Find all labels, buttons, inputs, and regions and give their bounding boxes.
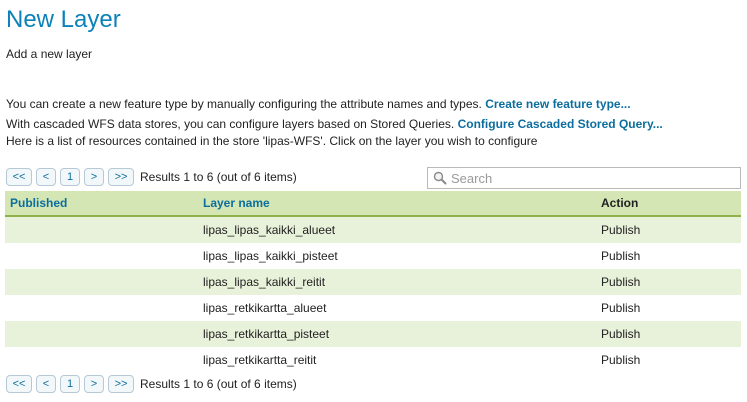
column-header-layer-name[interactable]: Layer name [203, 191, 601, 217]
first-page-button[interactable]: << [6, 168, 32, 186]
publish-link[interactable]: Publish [601, 216, 741, 243]
publish-link[interactable]: Publish [601, 269, 741, 295]
first-page-button[interactable]: << [6, 375, 32, 393]
resources-table: Published Layer name Action lipas_lipas_… [5, 191, 741, 373]
description-line-1: You can create a new feature type by man… [6, 97, 631, 111]
published-cell [5, 321, 203, 347]
column-header-published[interactable]: Published [5, 191, 203, 217]
results-count: Results 1 to 6 (out of 6 items) [140, 377, 297, 391]
table-row: lipas_retkikartta_pisteet Publish [5, 321, 741, 347]
publish-link[interactable]: Publish [601, 347, 741, 373]
results-count: Results 1 to 6 (out of 6 items) [140, 170, 297, 184]
description-line-3: Here is a list of resources contained in… [6, 134, 538, 148]
publish-link[interactable]: Publish [601, 243, 741, 269]
search-box[interactable] [427, 167, 741, 189]
table-row: lipas_retkikartta_alueet Publish [5, 295, 741, 321]
publish-link[interactable]: Publish [601, 321, 741, 347]
layer-name-cell: lipas_lipas_kaikki_reitit [203, 269, 601, 295]
configure-stored-query-link[interactable]: Configure Cascaded Stored Query... [458, 117, 663, 131]
next-page-button[interactable]: > [84, 375, 104, 393]
table-row: lipas_lipas_kaikki_reitit Publish [5, 269, 741, 295]
description-text-2: With cascaded WFS data stores, you can c… [6, 117, 455, 131]
layer-name-cell: lipas_retkikartta_alueet [203, 295, 601, 321]
table-row: lipas_lipas_kaikki_alueet Publish [5, 216, 741, 243]
table-row: lipas_retkikartta_reitit Publish [5, 347, 741, 373]
published-cell [5, 269, 203, 295]
layer-name-cell: lipas_retkikartta_reitit [203, 347, 601, 373]
prev-page-button[interactable]: < [36, 375, 56, 393]
publish-link[interactable]: Publish [601, 295, 741, 321]
last-page-button[interactable]: >> [108, 375, 134, 393]
magnifier-icon [433, 171, 447, 185]
published-cell [5, 216, 203, 243]
last-page-button[interactable]: >> [108, 168, 134, 186]
search-input[interactable] [451, 170, 731, 186]
published-cell [5, 295, 203, 321]
table-row: lipas_lipas_kaikki_pisteet Publish [5, 243, 741, 269]
pager-bottom: << < 1 > >> Results 1 to 6 (out of 6 ite… [6, 375, 297, 393]
published-cell [5, 243, 203, 269]
layer-name-cell: lipas_lipas_kaikki_pisteet [203, 243, 601, 269]
column-header-action: Action [601, 191, 741, 217]
layer-name-cell: lipas_retkikartta_pisteet [203, 321, 601, 347]
page-1-button[interactable]: 1 [60, 375, 80, 393]
published-cell [5, 347, 203, 373]
page-1-button[interactable]: 1 [60, 168, 80, 186]
layer-name-cell: lipas_lipas_kaikki_alueet [203, 216, 601, 243]
description-line-2: With cascaded WFS data stores, you can c… [6, 117, 663, 131]
description-text-1: You can create a new feature type by man… [6, 97, 482, 111]
prev-page-button[interactable]: < [36, 168, 56, 186]
page-title: New Layer [6, 6, 121, 33]
create-feature-type-link[interactable]: Create new feature type... [485, 97, 630, 111]
table-header-row: Published Layer name Action [5, 191, 741, 217]
next-page-button[interactable]: > [84, 168, 104, 186]
page-subtitle: Add a new layer [6, 47, 93, 61]
pager-top: << < 1 > >> Results 1 to 6 (out of 6 ite… [6, 168, 297, 186]
